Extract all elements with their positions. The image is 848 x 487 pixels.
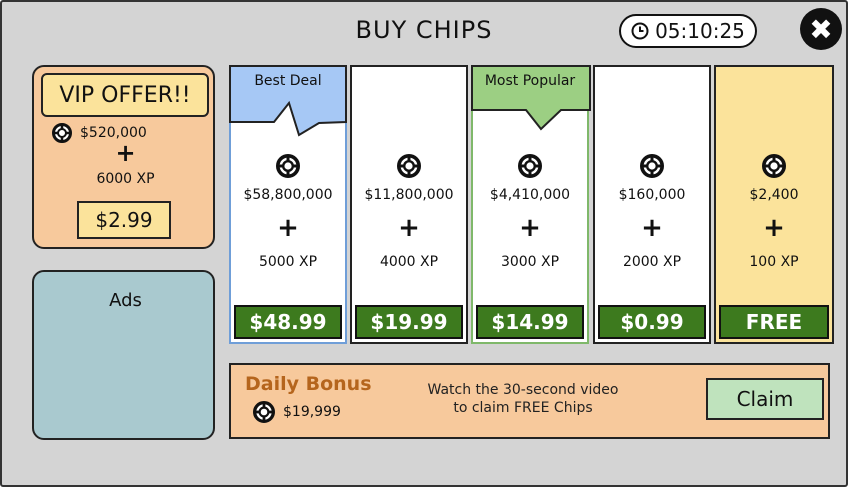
plus-sign: +	[277, 213, 299, 243]
price-button[interactable]: $14.99	[476, 305, 584, 339]
package-card-most-popular: Most Popular $4,410,000 + 3000 XP $14.99	[471, 65, 591, 344]
chips-amount: $11,800,000	[364, 187, 454, 203]
vip-price-button[interactable]: $2.99	[77, 201, 171, 239]
chip-icon	[518, 154, 542, 178]
package-card: $160,000 + 2000 XP $0.99	[593, 65, 711, 344]
xp-amount: 3000 XP	[500, 254, 560, 270]
chip-icon	[762, 154, 786, 178]
timer-value: 05:10:25	[655, 19, 745, 43]
chip-icon	[276, 154, 300, 178]
best-deal-tag: Best Deal	[254, 73, 322, 89]
price-button[interactable]: $48.99	[234, 305, 342, 339]
close-icon: ✖	[809, 12, 833, 46]
plus-sign: +	[763, 213, 785, 243]
most-popular-tag: Most Popular	[484, 73, 576, 89]
xp-amount: 2000 XP	[622, 254, 682, 270]
plus-sign: +	[398, 213, 420, 243]
daily-bonus-message-line1: Watch the 30-second video	[427, 382, 619, 398]
price-button[interactable]: $19.99	[355, 305, 463, 339]
vip-xp: 6000 XP	[96, 171, 155, 187]
xp-amount: 5000 XP	[258, 254, 318, 270]
package-card: $11,800,000 + 4000 XP $19.99	[350, 65, 468, 344]
vip-offer-card: VIP OFFER!! $520,000 + 6000 XP $2.99	[32, 65, 215, 249]
daily-bonus-title: Daily Bonus	[245, 373, 372, 395]
daily-bonus-banner: Daily Bonus $19,999 Watch the 30-second …	[229, 363, 830, 439]
clock-icon	[631, 22, 649, 40]
chips-amount: $58,800,000	[243, 187, 333, 203]
claim-button[interactable]: Claim	[706, 378, 824, 420]
plus-sign: +	[519, 213, 541, 243]
chips-amount: $2,400	[749, 187, 799, 203]
chip-icon	[397, 154, 421, 178]
close-button[interactable]: ✖	[800, 8, 842, 50]
chip-icon	[253, 401, 275, 423]
free-button[interactable]: FREE	[719, 305, 829, 339]
countdown-timer: 05:10:25	[619, 14, 757, 48]
package-card-free: $2,400 + 100 XP FREE	[714, 65, 834, 344]
daily-bonus-chips-row: $19,999	[253, 401, 341, 423]
chip-icon	[640, 154, 664, 178]
daily-bonus-amount: $19,999	[283, 404, 341, 420]
price-button[interactable]: $0.99	[598, 305, 706, 339]
xp-amount: 100 XP	[749, 254, 799, 270]
daily-bonus-message: Watch the 30-second video to claim FREE …	[391, 381, 655, 417]
chips-amount: $160,000	[618, 187, 686, 203]
ads-label: Ads	[109, 290, 142, 311]
daily-bonus-message-line2: to claim FREE Chips	[453, 400, 593, 416]
vip-plus: +	[115, 139, 136, 167]
plus-sign: +	[641, 213, 663, 243]
ads-panel: Ads	[32, 270, 215, 440]
package-card-best-deal: Best Deal $58,800,000 + 5000 XP $48.99	[229, 65, 347, 344]
chips-amount: $4,410,000	[489, 187, 571, 203]
xp-amount: 4000 XP	[379, 254, 439, 270]
vip-offer-title: VIP OFFER!!	[41, 73, 209, 117]
